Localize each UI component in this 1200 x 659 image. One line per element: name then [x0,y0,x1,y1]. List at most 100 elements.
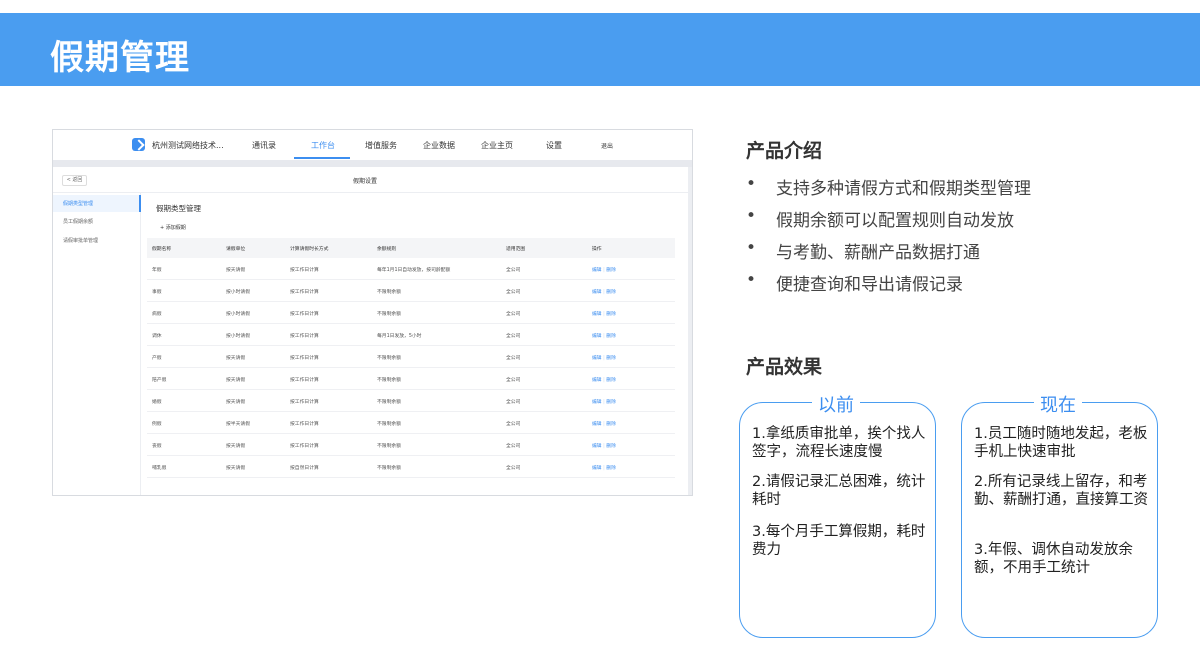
table-row: 年假 按天请假 按工作日计算 每年1月1日自动发放，按司龄配额 全公司 编辑 | 删除 [147,258,675,280]
row-actions: 编辑 | 删除 [592,288,616,295]
table-cell: 按天请假 [226,466,246,471]
table-cell: 不限制余额 [377,444,401,449]
bullet-text: 假期余额可以配置规则自动发放 [776,211,1014,231]
before-item: 1.拿纸质审批单，挨个找人签字，流程长速度慢 [752,426,926,460]
delete-link[interactable]: 删除 [606,334,616,339]
table-cell: 按小时请假 [226,334,250,339]
table-cell: 全公司 [506,268,521,273]
sidebar-item-leave-types[interactable]: 假期类型管理 [63,200,93,207]
table-row: 婚假 按天请假 按工作日计算 不限制余额 全公司 编辑 | 删除 [147,390,675,412]
before-card: 1.拿纸质审批单，挨个找人签字，流程长速度慢 2.请假记录汇总困难，统计耗时 3… [739,402,936,638]
table-cell: 按天请假 [226,444,246,449]
table-row: 病假 按小时请假 按工作日计算 不限制余额 全公司 编辑 | 删除 [147,302,675,324]
column-header: 操作 [592,247,602,252]
table-header: 假期名称 请假单位 计算请假时长方式 余额规则 适用范围 操作 [147,238,675,258]
intro-title: 产品介绍 [746,140,823,162]
table-row: 例假 按半天请假 按工作日计算 不限制余额 全公司 编辑 | 删除 [147,412,675,434]
before-label: 以前 [812,391,860,417]
nav-workbench[interactable]: 工作台 [311,140,335,151]
after-label: 现在 [1034,391,1082,417]
nav-settings[interactable]: 设置 [546,140,562,151]
after-item: 2.所有记录线上留存，和考勤、薪酬打通，直接算工资 [974,474,1148,508]
table-cell: 按小时请假 [226,312,250,317]
delete-link[interactable]: 删除 [606,290,616,295]
row-actions: 编辑 | 删除 [592,442,616,449]
scrollbar[interactable] [688,167,692,495]
edit-link[interactable]: 编辑 [592,312,602,317]
divider [53,192,689,193]
table-cell: 按工作日计算 [290,356,319,361]
table-cell: 按自然日计算 [290,466,319,471]
nav-enterprise-data[interactable]: 企业数据 [423,140,455,151]
table-row: 产假 按天请假 按工作日计算 不限制余额 全公司 编辑 | 删除 [147,346,675,368]
delete-link[interactable]: 删除 [606,312,616,317]
before-item: 3.每个月手工算假期，耗时费力 [752,524,926,558]
app-topbar: 杭州测试网络技术... 通讯录 工作台 增值服务 企业数据 企业主页 设置 退出 [53,130,692,160]
table-cell: 按小时请假 [226,290,250,295]
edit-link[interactable]: 编辑 [592,378,602,383]
row-actions: 编辑 | 删除 [592,354,616,361]
effect-title: 产品效果 [746,356,823,378]
table-cell: 全公司 [506,334,521,339]
logout-link[interactable]: 退出 [601,141,613,150]
edit-link[interactable]: 编辑 [592,290,602,295]
delete-link[interactable]: 删除 [606,400,616,405]
delete-link[interactable]: 删除 [606,356,616,361]
bullet-dot-icon: • [746,270,757,290]
add-leave-button[interactable]: + 添加假期 [160,224,186,231]
table-cell: 全公司 [506,444,521,449]
table-row: 调休 按小时请假 按工作日计算 每月1日发放，5小时 全公司 编辑 | 删除 [147,324,675,346]
settings-sidebar: 假期类型管理 员工假期余额 请假审批单管理 [53,193,141,495]
row-actions: 编辑 | 删除 [592,376,616,383]
edit-link[interactable]: 编辑 [592,422,602,427]
topbar-divider [53,160,692,167]
section-title: 假期类型管理 [156,204,201,213]
delete-link[interactable]: 删除 [606,422,616,427]
edit-link[interactable]: 编辑 [592,356,602,361]
edit-link[interactable]: 编辑 [592,444,602,449]
table-cell: 按工作日计算 [290,334,319,339]
table-cell: 全公司 [506,400,521,405]
bullet-text: 便捷查询和导出请假记录 [776,275,963,295]
table-cell: 全公司 [506,466,521,471]
table-cell: 全公司 [506,422,521,427]
delete-link[interactable]: 删除 [606,378,616,383]
bullet-text: 支持多种请假方式和假期类型管理 [776,179,1031,199]
after-item: 1.员工随时随地发起，老板手机上快速审批 [974,426,1148,460]
table-cell: 按工作日计算 [290,312,319,317]
table-row: 丧假 按天请假 按工作日计算 不限制余额 全公司 编辑 | 删除 [147,434,675,456]
sidebar-item-leave-balance[interactable]: 员工假期余额 [63,218,93,225]
sidebar-item-approvals[interactable]: 请假审批单管理 [63,237,98,244]
page-title: 假期管理 [50,38,190,78]
edit-link[interactable]: 编辑 [592,334,602,339]
column-header: 假期名称 [152,247,172,252]
settings-title: 假期设置 [353,178,378,185]
after-card: 1.员工随时随地发起，老板手机上快速审批 2.所有记录线上留存，和考勤、薪酬打通… [961,402,1158,638]
row-actions: 编辑 | 删除 [592,420,616,427]
table-cell: 婚假 [152,400,162,405]
delete-link[interactable]: 删除 [606,444,616,449]
edit-link[interactable]: 编辑 [592,268,602,273]
nav-value-added[interactable]: 增值服务 [365,140,397,151]
nav-enterprise-home[interactable]: 企业主页 [481,140,513,151]
row-actions: 编辑 | 删除 [592,398,616,405]
active-nav-indicator [294,157,350,159]
table-cell: 按天请假 [226,356,246,361]
back-button[interactable]: < 返回 [62,175,87,186]
table-cell: 按工作日计算 [290,290,319,295]
table-cell: 按天请假 [226,268,246,273]
delete-link[interactable]: 删除 [606,268,616,273]
table-row: 陪产假 按天请假 按工作日计算 不限制余额 全公司 编辑 | 删除 [147,368,675,390]
edit-link[interactable]: 编辑 [592,466,602,471]
nav-contacts[interactable]: 通讯录 [252,140,276,151]
bullet-text: 与考勤、薪酬产品数据打通 [776,243,980,263]
table-cell: 按天请假 [226,400,246,405]
delete-link[interactable]: 删除 [606,466,616,471]
table-cell: 按工作日计算 [290,444,319,449]
row-actions: 编辑 | 删除 [592,310,616,317]
table-cell: 按工作日计算 [290,400,319,405]
edit-link[interactable]: 编辑 [592,400,602,405]
table-row: 哺乳假 按天请假 按自然日计算 不限制余额 全公司 编辑 | 删除 [147,456,675,478]
column-header: 适用范围 [506,247,526,252]
table-cell: 每月1日发放，5小时 [377,334,422,339]
